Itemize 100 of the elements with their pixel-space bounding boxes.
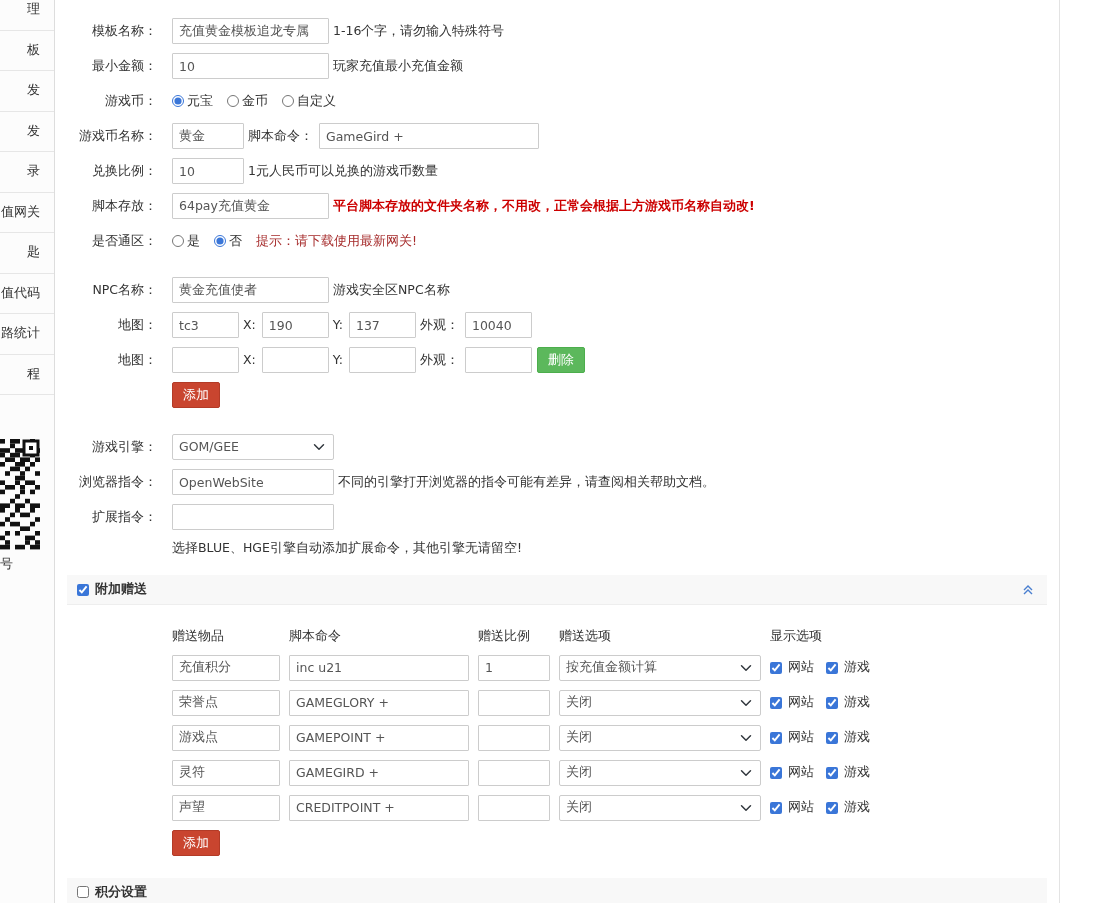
input-field[interactable]: GameGird + xyxy=(319,123,539,149)
sidebar-item[interactable]: 匙 xyxy=(27,243,40,263)
input-field[interactable]: 190 xyxy=(261,312,329,338)
input-field[interactable]: inc u21 xyxy=(289,654,469,681)
option-label: 游戏 xyxy=(844,693,870,712)
dropdown[interactable]: 关闭 xyxy=(559,759,761,786)
dropdown[interactable]: 关闭 xyxy=(559,794,761,821)
checkbox[interactable] xyxy=(826,801,838,814)
input-field[interactable]: 黄金 xyxy=(172,123,244,149)
radio-button[interactable] xyxy=(282,95,294,107)
input-field[interactable] xyxy=(172,347,239,373)
checkbox[interactable] xyxy=(770,766,782,779)
input-field[interactable]: CREDITPOINT + xyxy=(289,794,469,821)
checkbox[interactable] xyxy=(826,731,838,744)
input-field[interactable]: GAMEGIRD + xyxy=(289,759,469,786)
radio-button[interactable] xyxy=(227,95,239,107)
input-field[interactable] xyxy=(348,347,416,373)
radio-button[interactable] xyxy=(172,95,184,107)
dropdown[interactable]: 关闭 xyxy=(559,689,761,716)
input-field[interactable]: GAMEPOINT + xyxy=(289,724,469,751)
hint-text: 平台脚本存放的文件夹名称，不用改，正常会根据上方游戏币名称自动改! xyxy=(333,196,755,215)
input-field[interactable] xyxy=(478,724,550,751)
field-label: 游戏引擎： xyxy=(91,437,157,456)
option-label: 是 xyxy=(187,231,200,250)
input-field[interactable]: 灵符 xyxy=(172,759,280,786)
checkbox[interactable] xyxy=(77,583,89,596)
input-field[interactable]: tc3 xyxy=(172,312,239,338)
dropdown[interactable]: GOM/GEE xyxy=(172,434,334,460)
radio-button[interactable] xyxy=(214,235,226,247)
option-label: 游戏 xyxy=(844,658,870,677)
option-label: 自定义 xyxy=(297,91,336,110)
input-field[interactable]: 137 xyxy=(348,312,416,338)
input-field[interactable] xyxy=(172,504,334,530)
sidebar-item[interactable]: 理 xyxy=(27,0,40,20)
input-field[interactable]: 10 xyxy=(172,53,329,79)
input-field[interactable]: 游戏点 xyxy=(172,724,280,751)
input-field[interactable] xyxy=(478,689,550,716)
field-label: X: xyxy=(243,315,256,334)
input-field[interactable]: 黄金充值使者 xyxy=(172,277,329,303)
field-label: 外观： xyxy=(419,350,459,369)
sidebar-item[interactable]: 路统计 xyxy=(1,324,40,344)
input-field[interactable]: 10040 xyxy=(464,312,532,338)
collapse-icon[interactable] xyxy=(1023,584,1033,595)
option-label: 游戏 xyxy=(844,763,870,782)
option-label: 游戏 xyxy=(844,728,870,747)
dropdown[interactable]: 关闭 xyxy=(559,724,761,751)
field-label: 脚本命令： xyxy=(248,126,313,145)
hint-text: 游戏安全区NPC名称 xyxy=(333,280,450,299)
input-field[interactable]: 充值黄金模板追龙专属 xyxy=(172,18,329,44)
field-label: 游戏币名称： xyxy=(78,126,157,145)
sidebar-item[interactable]: 板 xyxy=(27,40,40,60)
input-field[interactable] xyxy=(478,759,550,786)
hint-text: 玩家充值最小充值金额 xyxy=(333,56,463,75)
column-header: 赠送选项 xyxy=(559,627,612,645)
sidebar-text: 号 xyxy=(0,555,14,573)
field-label: 扩展指令： xyxy=(91,507,157,526)
input-field[interactable]: 10 xyxy=(172,158,244,184)
option-label: 游戏 xyxy=(844,798,870,817)
column-header: 赠送比例 xyxy=(478,627,531,645)
input-field[interactable]: 充值积分 xyxy=(172,654,280,681)
checkbox[interactable] xyxy=(770,696,782,709)
input-field[interactable]: 64pay充值黄金 xyxy=(172,193,329,219)
add-button[interactable]: 添加 xyxy=(172,829,220,856)
sidebar-item[interactable]: 录 xyxy=(27,162,40,182)
input-field[interactable] xyxy=(464,347,532,373)
field-label: 游戏币： xyxy=(104,91,157,110)
field-label: 脚本存放： xyxy=(91,196,157,215)
sidebar-item[interactable]: 值代码 xyxy=(1,283,40,303)
radio-button[interactable] xyxy=(172,235,184,247)
option-label: 网站 xyxy=(788,763,814,782)
section-title: 附加赠送 xyxy=(95,580,147,599)
input-field[interactable]: 声望 xyxy=(172,794,280,821)
field-label: 最小金额： xyxy=(91,56,157,75)
input-field[interactable] xyxy=(478,794,550,821)
checkbox[interactable] xyxy=(826,696,838,709)
note-text: 选择BLUE、HGE引擎自动添加扩展命令，其他引擎无请留空! xyxy=(172,538,522,557)
input-field[interactable]: 1 xyxy=(478,654,550,681)
checkbox[interactable] xyxy=(770,731,782,744)
field-label: 地图： xyxy=(117,350,157,369)
add-button[interactable]: 添加 xyxy=(172,382,220,408)
hint-text: 提示：请下载使用最新网关! xyxy=(256,231,417,250)
checkbox[interactable] xyxy=(770,801,782,814)
input-field[interactable]: 荣誉点 xyxy=(172,689,280,716)
checkbox[interactable] xyxy=(77,886,89,899)
sidebar-item[interactable]: 值网关 xyxy=(1,202,40,222)
input-field[interactable] xyxy=(261,347,329,373)
checkbox[interactable] xyxy=(770,661,782,674)
hint-text: 1元人民币可以兑换的游戏币数量 xyxy=(248,161,438,180)
dropdown[interactable]: 按充值金额计算 xyxy=(559,654,761,681)
sidebar-item[interactable]: 发 xyxy=(27,121,40,141)
option-label: 网站 xyxy=(788,728,814,747)
field-label: 兑换比例： xyxy=(91,161,157,180)
input-field[interactable]: GAMEGLORY + xyxy=(289,689,469,716)
checkbox[interactable] xyxy=(826,766,838,779)
input-field[interactable]: OpenWebSite xyxy=(172,469,334,495)
sidebar-item[interactable]: 程 xyxy=(27,364,40,384)
option-label: 元宝 xyxy=(187,91,213,110)
checkbox[interactable] xyxy=(826,661,838,674)
option-label: 否 xyxy=(229,231,242,250)
sidebar-item[interactable]: 发 xyxy=(27,81,40,101)
